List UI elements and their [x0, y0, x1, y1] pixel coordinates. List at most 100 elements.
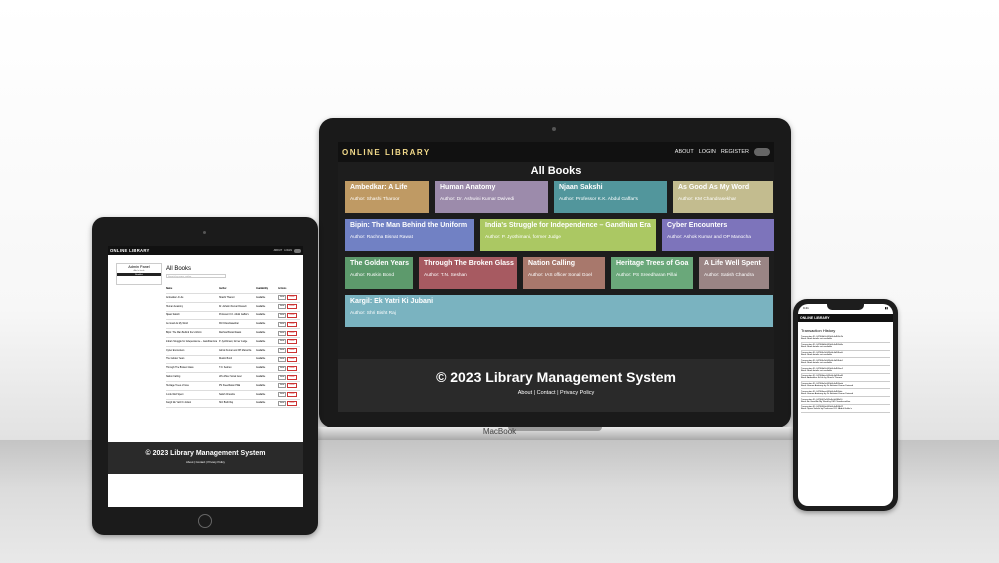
book-title: Through The Broken Glass: [424, 260, 514, 267]
cell-author: IAS officer Sonal Goel: [219, 376, 242, 379]
home-button[interactable]: [198, 514, 212, 528]
tablet-nav-about[interactable]: ABOUT: [274, 249, 283, 252]
book-card[interactable]: As Good As My Word Author: KM Chandrasekh…: [673, 181, 773, 213]
issue-button[interactable]: Issue: [278, 330, 287, 336]
book-author: Author: Shashi Tharoor: [350, 197, 400, 202]
cell-author: Rachna Bisnat Rawat: [219, 332, 242, 335]
tablet-nav-login[interactable]: LOGIN: [284, 249, 292, 252]
transaction-book: Book: Book details not available: [801, 338, 833, 341]
book-author: Author: IAS officer Sonal Goel: [528, 273, 592, 278]
cell-availability: Available: [256, 349, 266, 352]
delete-button[interactable]: Delete: [287, 365, 297, 371]
delete-button[interactable]: Delete: [287, 400, 297, 406]
header-author[interactable]: Author: [219, 288, 256, 290]
nav-about[interactable]: ABOUT: [675, 149, 694, 155]
issue-button[interactable]: Issue: [278, 383, 287, 389]
cell-name: Through The Broken Glass: [166, 367, 194, 370]
book-author: Author: Professor K.K. Abdul Gaffar's: [559, 197, 638, 202]
issue-button[interactable]: Issue: [278, 304, 287, 310]
delete-button[interactable]: Delete: [287, 374, 297, 380]
book-card[interactable]: Human Anatomy Author: Dr. Ashwini Kumar D…: [435, 181, 548, 213]
books-table: Name Author Availability Actions Ambedka…: [166, 284, 300, 409]
site-logo[interactable]: ONLINE LIBRARY: [342, 148, 431, 157]
tablet-theme-toggle[interactable]: [294, 248, 301, 253]
nav-login[interactable]: LOGIN: [699, 149, 716, 155]
phone-notch: [827, 304, 864, 310]
book-author: Author: Shri Bisht Raj: [350, 311, 396, 316]
delete-button[interactable]: Delete: [287, 383, 297, 389]
admin-add-book-link[interactable]: Add a book: [117, 270, 161, 272]
book-author: Author: Satish Chandra: [704, 273, 754, 278]
phone-navbar[interactable]: ONLINE LIBRARY: [798, 314, 893, 322]
cell-author: Professor K.K. Abdul Gaffar's: [219, 314, 249, 317]
book-title: India's Struggle for Independence – Gand…: [485, 222, 651, 229]
nav-links: ABOUT LOGIN REGISTER: [675, 148, 770, 156]
delete-button[interactable]: Delete: [287, 321, 297, 327]
cell-actions: Issue Delete: [278, 365, 300, 371]
cell-author: Shri Bisht Raj: [219, 402, 233, 405]
book-title: Cyber Encounters: [667, 222, 728, 229]
book-card[interactable]: Heritage Trees of Goa Author: PS Sreedhar…: [611, 257, 693, 289]
laptop-camera: [552, 127, 556, 131]
book-card[interactable]: The Golden Years Author: Ruskin Bond: [345, 257, 413, 289]
cell-actions: Issue Delete: [278, 295, 300, 301]
cell-author: Satish Chandra: [219, 393, 235, 396]
book-card[interactable]: A Life Well Spent Author: Satish Chandra: [699, 257, 769, 289]
issue-button[interactable]: Issue: [278, 339, 287, 345]
cell-name: The Golden Years: [166, 358, 185, 361]
header-availability[interactable]: Availability: [256, 288, 278, 290]
book-author: Author: PS Sreedharan Pillai: [616, 273, 678, 278]
theme-toggle[interactable]: [754, 148, 770, 156]
table-row: India's Struggle for Independence – Gand…: [166, 338, 300, 347]
transaction-history-title: Transaction History: [801, 328, 836, 333]
book-card[interactable]: Njaan Sakshi Author: Professor K.K. Abdul…: [554, 181, 667, 213]
cell-author: T.N. Seshan: [219, 367, 232, 370]
book-card[interactable]: Nation Calling Author: IAS officer Sonal …: [523, 257, 605, 289]
book-title: Nation Calling: [528, 260, 576, 267]
book-title: The Golden Years: [350, 260, 410, 267]
issue-button[interactable]: Issue: [278, 392, 287, 398]
cell-availability: Available: [256, 323, 266, 326]
table-row: A Life Well Spent Satish Chandra Available…: [166, 391, 300, 400]
nav-register[interactable]: REGISTER: [721, 149, 749, 155]
cell-author: Ruskin Bond: [219, 358, 233, 361]
book-card[interactable]: Bipin: The Man Behind the Uniform Author:…: [345, 219, 474, 251]
delete-button[interactable]: Delete: [287, 339, 297, 345]
transaction-item: Transaction ID: 6476f4dce5f2fe8c4d1f8ad9…: [801, 374, 890, 382]
transaction-item: Transaction ID: 6476f4b2e5f2fe8c4d1f8a7b…: [801, 335, 890, 343]
delete-button[interactable]: Delete: [287, 295, 297, 301]
transaction-book: Book: Book details not available: [801, 369, 833, 372]
footer-links[interactable]: About | Contact | Privacy Policy: [338, 390, 774, 396]
issue-button[interactable]: Issue: [278, 400, 287, 406]
book-card[interactable]: Through The Broken Glass Author: T.N. Ses…: [419, 257, 517, 289]
transaction-book: Book: Book details not available: [801, 361, 833, 364]
delete-button[interactable]: Delete: [287, 304, 297, 310]
issue-button[interactable]: Issue: [278, 348, 287, 354]
tablet-camera: [203, 231, 206, 234]
tablet-logo[interactable]: ONLINE LIBRARY: [110, 248, 150, 253]
book-card[interactable]: Cyber Encounters Author: Ashok Kumar and …: [662, 219, 774, 251]
transaction-book: Book: Human Anatomy by Dr. Ashwini Kumar…: [801, 385, 854, 388]
issue-button[interactable]: Issue: [278, 312, 287, 318]
issue-button[interactable]: Issue: [278, 321, 287, 327]
admin-booklist-button[interactable]: Booklist: [117, 273, 161, 276]
header-name[interactable]: Name: [166, 288, 219, 290]
delete-button[interactable]: Delete: [287, 312, 297, 318]
delete-button[interactable]: Delete: [287, 392, 297, 398]
issue-button[interactable]: Issue: [278, 365, 287, 371]
cell-actions: Issue Delete: [278, 312, 300, 318]
book-card[interactable]: Kargil: Ek Yatri Ki Jubani Author: Shri B…: [345, 295, 773, 327]
book-card[interactable]: India's Struggle for Independence – Gand…: [480, 219, 656, 251]
transaction-item: Transaction ID: 6476f4c3e5f2fe8c4d1f8aa5…: [801, 351, 890, 359]
issue-button[interactable]: Issue: [278, 356, 287, 362]
delete-button[interactable]: Delete: [287, 356, 297, 362]
book-card[interactable]: Ambedkar: A Life Author: Shashi Tharoor: [345, 181, 429, 213]
delete-button[interactable]: Delete: [287, 330, 297, 336]
issue-button[interactable]: Issue: [278, 374, 287, 380]
search-input[interactable]: Search by name, author: [166, 274, 226, 278]
book-title: Bipin: The Man Behind the Uniform: [350, 222, 468, 229]
issue-button[interactable]: Issue: [278, 295, 287, 301]
delete-button[interactable]: Delete: [287, 348, 297, 354]
tablet-footer-links[interactable]: About | Contact | Privacy Policy: [108, 460, 303, 464]
table-row: Cyber Encounters Ashok Kumar and OP Manoc…: [166, 347, 300, 356]
